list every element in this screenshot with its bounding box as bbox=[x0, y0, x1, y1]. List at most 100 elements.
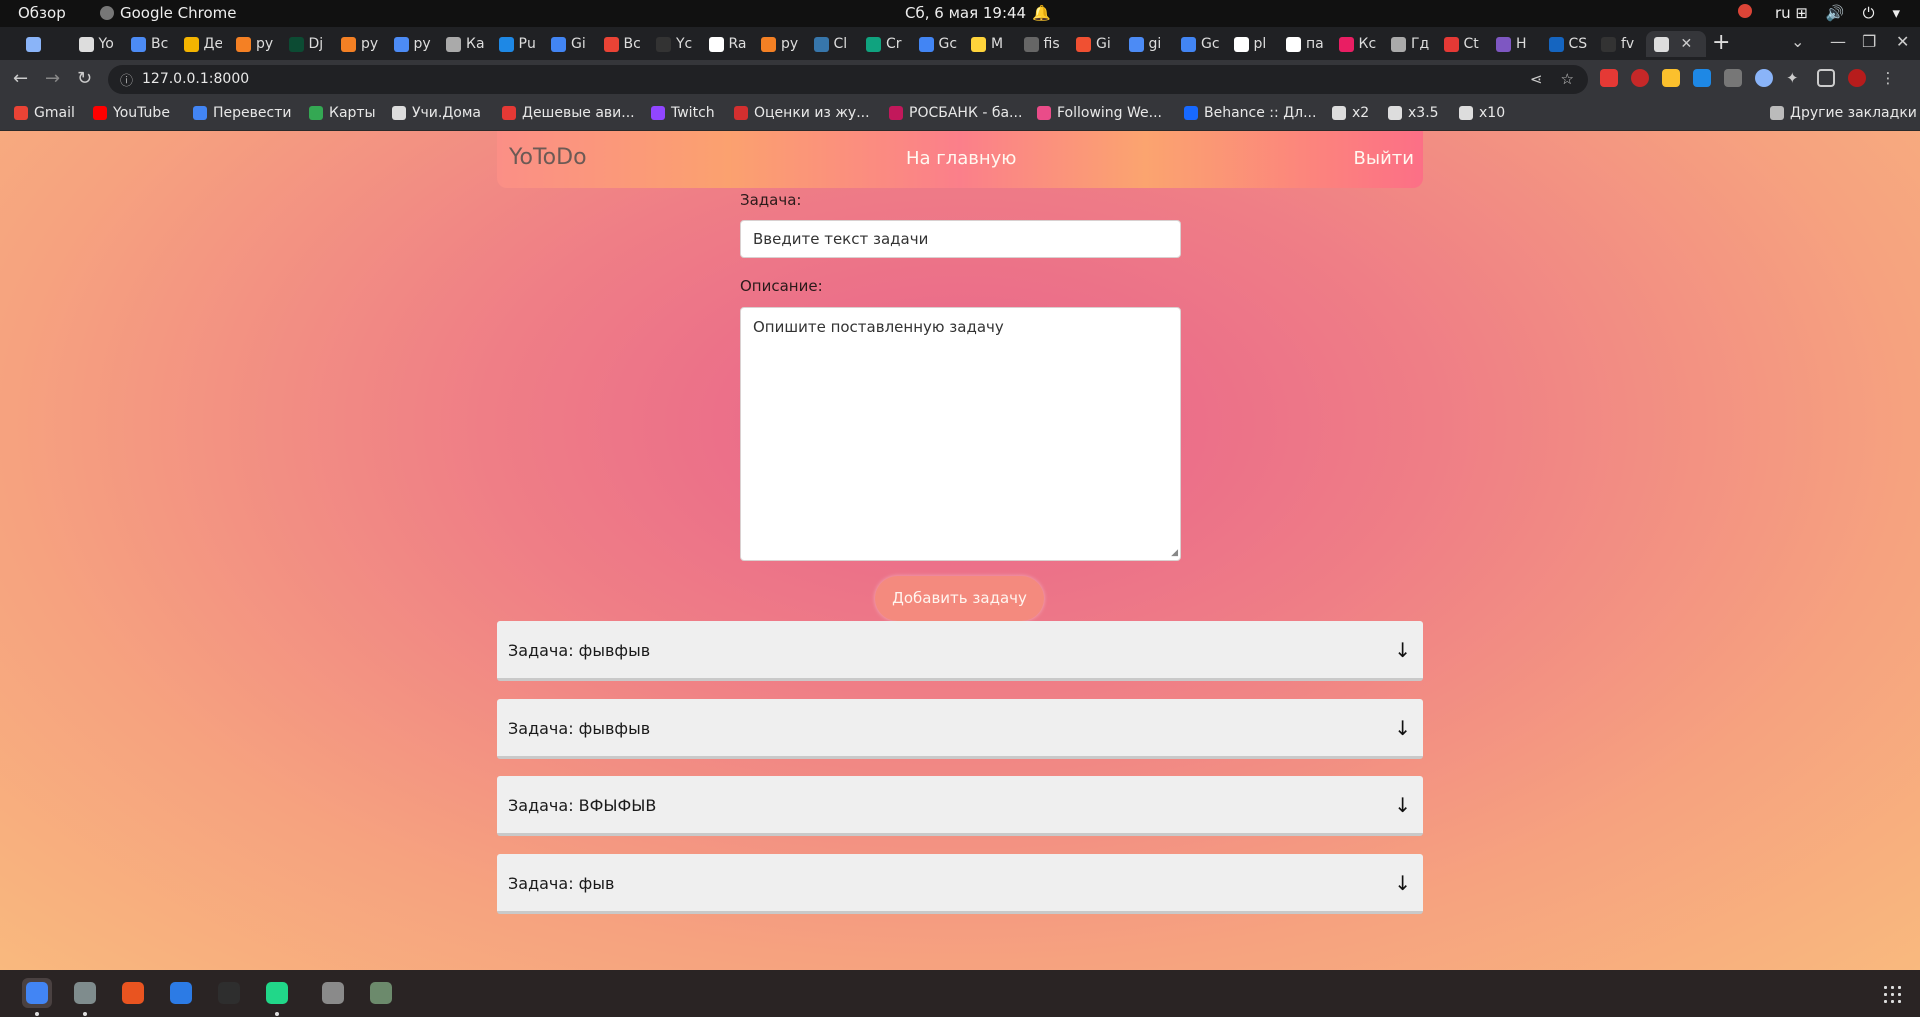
task-card[interactable]: Задача: ВФЫФЫВ ↓ bbox=[497, 776, 1423, 836]
tab[interactable]: Н bbox=[1488, 31, 1534, 57]
extension-tag-icon[interactable] bbox=[1662, 69, 1680, 87]
tab[interactable]: М bbox=[963, 31, 1009, 57]
bookmark-star-icon[interactable]: ☆ bbox=[1561, 70, 1574, 88]
tab[interactable]: па bbox=[1278, 31, 1324, 57]
activities-button[interactable]: Обзор bbox=[18, 4, 66, 22]
tab[interactable]: Cr bbox=[858, 31, 904, 57]
forward-icon[interactable]: → bbox=[45, 68, 60, 89]
software-center-icon[interactable] bbox=[118, 978, 148, 1008]
expand-arrow-icon[interactable]: ↓ bbox=[1394, 716, 1411, 740]
add-task-button[interactable]: Добавить задачу bbox=[875, 576, 1044, 621]
tab[interactable]: CS bbox=[1541, 31, 1587, 57]
task-card[interactable]: Задача: фывфыв ↓ bbox=[497, 621, 1423, 681]
tab[interactable] bbox=[18, 31, 64, 57]
tab[interactable]: Gi bbox=[543, 31, 589, 57]
close-window-icon[interactable]: ✕ bbox=[1896, 32, 1909, 51]
file-cabinet-icon[interactable] bbox=[318, 978, 348, 1008]
help-icon[interactable] bbox=[166, 978, 196, 1008]
show-apps-icon[interactable] bbox=[1882, 984, 1902, 1004]
extension-adblock-icon[interactable] bbox=[1600, 69, 1618, 87]
other-bookmarks-folder[interactable]: Другие закладки bbox=[1770, 105, 1917, 121]
description-textarea[interactable]: Опишите поставленную задачу ◢ bbox=[740, 307, 1181, 561]
tab[interactable]: Вс bbox=[596, 31, 642, 57]
tab[interactable]: ру bbox=[228, 31, 274, 57]
tab[interactable]: ру bbox=[386, 31, 432, 57]
maximize-icon[interactable]: ❐ bbox=[1862, 32, 1876, 51]
bookmark-item[interactable]: Карты bbox=[309, 105, 376, 121]
bookmark-item[interactable]: x3.5 bbox=[1388, 105, 1439, 121]
expand-arrow-icon[interactable]: ↓ bbox=[1394, 638, 1411, 662]
extension-globe-icon[interactable] bbox=[1755, 69, 1773, 87]
extension-recorder-icon[interactable] bbox=[1631, 69, 1649, 87]
notification-bell-icon[interactable]: 🔔 bbox=[1032, 4, 1051, 22]
tab[interactable]: Гд bbox=[1383, 31, 1429, 57]
extension-shazam-icon[interactable] bbox=[1693, 69, 1711, 87]
tab[interactable]: fis bbox=[1016, 31, 1062, 57]
new-tab-button[interactable]: + bbox=[1712, 30, 1730, 55]
terminal-icon[interactable] bbox=[214, 978, 244, 1008]
extensions-puzzle-icon[interactable]: ✦ bbox=[1786, 69, 1804, 87]
bookmark-item[interactable]: Behance :: Дл... bbox=[1184, 105, 1316, 121]
nav-home-link[interactable]: На главную bbox=[906, 148, 1016, 169]
back-icon[interactable]: ← bbox=[13, 68, 28, 89]
tab[interactable]: Вс bbox=[123, 31, 169, 57]
tab[interactable]: Ка bbox=[438, 31, 484, 57]
trash-icon[interactable] bbox=[366, 978, 396, 1008]
chrome-status-icon[interactable] bbox=[1738, 4, 1752, 22]
expand-arrow-icon[interactable]: ↓ bbox=[1394, 871, 1411, 895]
tab[interactable]: Gc bbox=[1173, 31, 1219, 57]
bookmark-item[interactable]: x10 bbox=[1459, 105, 1505, 121]
share-icon[interactable]: ⋖ bbox=[1530, 70, 1543, 88]
bookmark-item[interactable]: x2 bbox=[1332, 105, 1369, 121]
app-menu[interactable]: Google Chrome bbox=[100, 4, 237, 22]
clock[interactable]: Сб, 6 мая 19:44 bbox=[905, 4, 1026, 22]
bookmark-item[interactable]: Оценки из жу... bbox=[734, 105, 870, 121]
brand-logo[interactable]: YoToDo bbox=[509, 145, 587, 170]
keyboard-layout[interactable]: ru bbox=[1775, 4, 1791, 22]
tab[interactable]: Cl bbox=[806, 31, 852, 57]
bookmark-item[interactable]: Twitch bbox=[651, 105, 715, 121]
resize-handle-icon[interactable]: ◢ bbox=[1171, 548, 1178, 558]
bookmark-item[interactable]: Following We... bbox=[1037, 105, 1162, 121]
tab[interactable]: Yc bbox=[648, 31, 694, 57]
files-icon[interactable] bbox=[70, 978, 100, 1008]
tab[interactable]: Dj bbox=[281, 31, 327, 57]
task-card[interactable]: Задача: фывфыв ↓ bbox=[497, 699, 1423, 759]
bookmark-item[interactable]: Перевести bbox=[193, 105, 291, 121]
bookmark-item[interactable]: Дешевые ави... bbox=[502, 105, 635, 121]
bookmark-item[interactable]: Gmail bbox=[14, 105, 75, 121]
chrome-icon[interactable] bbox=[22, 978, 52, 1008]
tab-close-icon[interactable]: ✕ bbox=[1681, 36, 1693, 52]
tab-active[interactable]: ✕ bbox=[1645, 31, 1706, 57]
tab[interactable]: Ra bbox=[701, 31, 747, 57]
pycharm-icon[interactable] bbox=[262, 978, 292, 1008]
side-panel-icon[interactable] bbox=[1817, 69, 1835, 87]
tab[interactable]: Рu bbox=[491, 31, 537, 57]
tab[interactable]: Де bbox=[176, 31, 222, 57]
extension-card-icon[interactable] bbox=[1724, 69, 1742, 87]
nav-logout-link[interactable]: Выйти bbox=[1354, 148, 1414, 169]
address-bar[interactable]: ⓘ 127.0.0.1:8000 ⋖ ☆ bbox=[108, 65, 1588, 94]
bookmark-item[interactable]: YouTube bbox=[93, 105, 170, 121]
site-info-icon[interactable]: ⓘ bbox=[120, 70, 133, 89]
reload-icon[interactable]: ↻ bbox=[77, 68, 92, 89]
tab-search-icon[interactable]: ⌄ bbox=[1791, 32, 1804, 51]
tab[interactable]: Yo bbox=[71, 31, 117, 57]
tab[interactable]: ру bbox=[333, 31, 379, 57]
task-card[interactable]: Задача: фыв ↓ bbox=[497, 854, 1423, 914]
expand-arrow-icon[interactable]: ↓ bbox=[1394, 793, 1411, 817]
menu-icon[interactable]: ⋮ bbox=[1879, 69, 1897, 87]
tab[interactable]: fv bbox=[1593, 31, 1639, 57]
task-input[interactable]: Введите текст задачи bbox=[740, 220, 1181, 258]
tab[interactable]: Gi bbox=[1068, 31, 1114, 57]
tab[interactable]: pl bbox=[1226, 31, 1272, 57]
tab[interactable]: Сt bbox=[1436, 31, 1482, 57]
tab[interactable]: ру bbox=[753, 31, 799, 57]
avatar[interactable] bbox=[1848, 69, 1866, 87]
bookmark-item[interactable]: Учи.Дома bbox=[392, 105, 481, 121]
tab[interactable]: Кс bbox=[1331, 31, 1377, 57]
bookmark-item[interactable]: РОСБАНК - ба... bbox=[889, 105, 1022, 121]
system-menu[interactable]: ⊞ 🔊 ⏻ ▾ bbox=[1795, 4, 1900, 22]
tab[interactable]: gi bbox=[1121, 31, 1167, 57]
tab[interactable]: Gc bbox=[911, 31, 957, 57]
